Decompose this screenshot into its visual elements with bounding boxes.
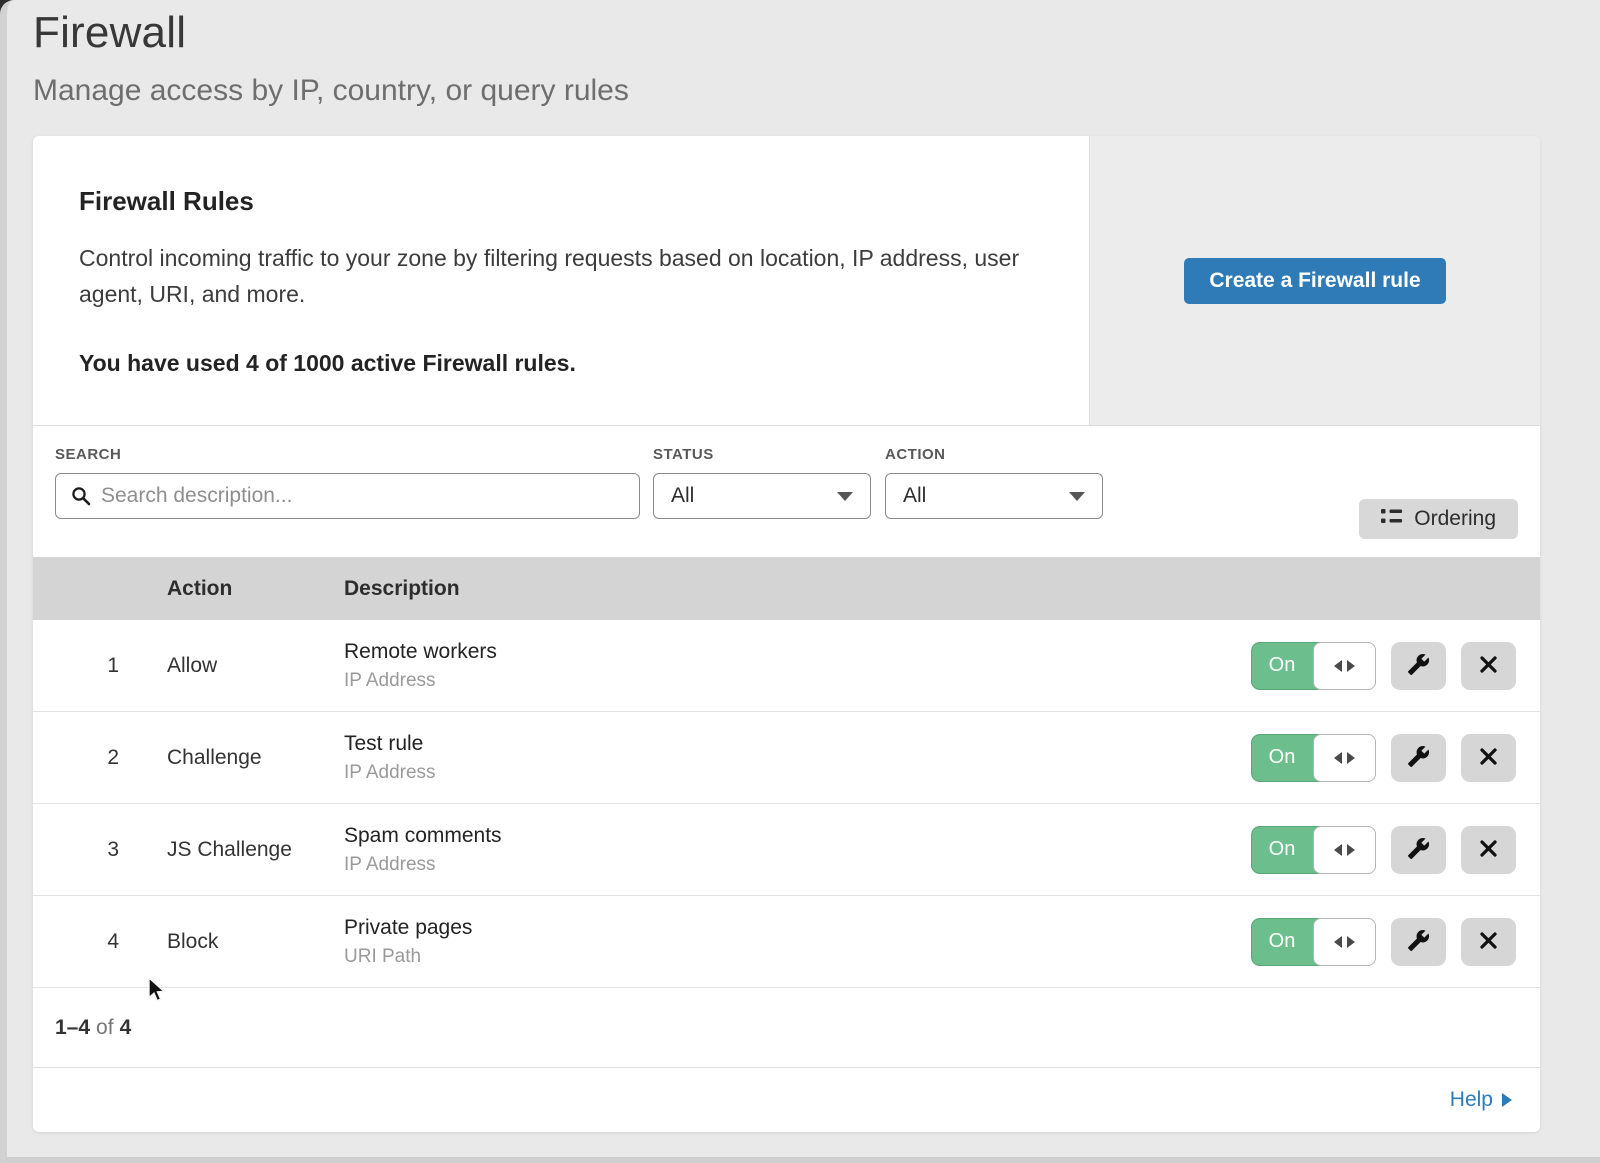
rule-action: Challenge	[167, 746, 344, 770]
edit-rule-button[interactable]	[1391, 918, 1446, 966]
toggle-on-label: On	[1251, 734, 1313, 782]
intro-heading: Firewall Rules	[79, 186, 1049, 217]
table-row: 3 JS Challenge Spam comments IP Address …	[33, 804, 1540, 896]
pagination: 1–4 of 4	[33, 988, 1540, 1068]
rule-match-type: IP Address	[344, 854, 1251, 876]
rule-description: Remote workers	[344, 640, 1251, 664]
ordering-button[interactable]: Ordering	[1359, 499, 1518, 539]
list-ordering-icon	[1381, 506, 1402, 532]
rule-controls: On	[1251, 826, 1540, 874]
rule-priority: 3	[33, 838, 167, 862]
firewall-rules-card: Firewall Rules Control incoming traffic …	[33, 136, 1540, 1132]
rule-enabled-toggle[interactable]: On	[1251, 918, 1376, 966]
table-row: 4 Block Private pages URI Path On	[33, 896, 1540, 988]
firewall-page: Firewall Manage access by IP, country, o…	[0, 0, 1600, 1163]
search-filter: SEARCH	[55, 446, 640, 519]
rule-match-type: IP Address	[344, 762, 1251, 784]
left-right-arrows-icon	[1313, 734, 1376, 782]
rule-match-type: IP Address	[344, 670, 1251, 692]
rule-description: Private pages	[344, 916, 1251, 940]
page-subtitle: Manage access by IP, country, or query r…	[33, 74, 1600, 108]
rule-controls: On	[1251, 734, 1540, 782]
status-filter: STATUS All	[653, 446, 871, 519]
search-icon	[70, 485, 92, 512]
search-input[interactable]	[55, 473, 640, 519]
intro-description: Control incoming traffic to your zone by…	[79, 241, 1049, 312]
rule-action: Block	[167, 930, 344, 954]
filter-bar: SEARCH STATUS All	[33, 426, 1540, 557]
action-column-header: Action	[167, 577, 344, 601]
rule-description-cell: Spam comments IP Address	[344, 824, 1251, 876]
delete-rule-button[interactable]	[1461, 918, 1516, 966]
card-footer: Help	[33, 1068, 1540, 1132]
status-select[interactable]: All	[653, 473, 871, 519]
arrow-right-icon	[1502, 1093, 1512, 1107]
close-x-icon	[1479, 655, 1498, 677]
table-row: 1 Allow Remote workers IP Address On	[33, 620, 1540, 712]
chevron-down-icon	[837, 492, 853, 501]
rule-description: Spam comments	[344, 824, 1251, 848]
delete-rule-button[interactable]	[1461, 642, 1516, 690]
wrench-icon	[1407, 745, 1430, 771]
wrench-icon	[1407, 653, 1430, 679]
wrench-icon	[1407, 837, 1430, 863]
delete-rule-button[interactable]	[1461, 826, 1516, 874]
delete-rule-button[interactable]	[1461, 734, 1516, 782]
close-x-icon	[1479, 747, 1498, 769]
rule-enabled-toggle[interactable]: On	[1251, 642, 1376, 690]
status-label: STATUS	[653, 446, 871, 463]
rule-controls: On	[1251, 642, 1540, 690]
action-label: ACTION	[885, 446, 1103, 463]
pagination-range: 1–4	[55, 1016, 90, 1040]
close-x-icon	[1479, 931, 1498, 953]
edit-rule-button[interactable]	[1391, 734, 1446, 782]
rule-description: Test rule	[344, 732, 1251, 756]
rule-action: Allow	[167, 654, 344, 678]
edit-rule-button[interactable]	[1391, 826, 1446, 874]
pagination-of-label: of	[96, 1016, 114, 1040]
page-title: Firewall	[33, 8, 1600, 58]
help-link-label: Help	[1450, 1088, 1493, 1112]
rule-action: JS Challenge	[167, 838, 344, 862]
create-rule-panel: Create a Firewall rule	[1089, 136, 1540, 425]
close-x-icon	[1479, 839, 1498, 861]
toggle-on-label: On	[1251, 918, 1313, 966]
left-right-arrows-icon	[1313, 642, 1376, 690]
action-select-value: All	[903, 484, 926, 508]
pagination-total: 4	[120, 1016, 132, 1040]
status-select-value: All	[671, 484, 694, 508]
toggle-on-label: On	[1251, 642, 1313, 690]
left-right-arrows-icon	[1313, 826, 1376, 874]
rule-description-cell: Remote workers IP Address	[344, 640, 1251, 692]
toggle-on-label: On	[1251, 826, 1313, 874]
rule-enabled-toggle[interactable]: On	[1251, 734, 1376, 782]
rule-priority: 4	[33, 930, 167, 954]
wrench-icon	[1407, 929, 1430, 955]
rule-description-cell: Private pages URI Path	[344, 916, 1251, 968]
rule-priority: 1	[33, 654, 167, 678]
search-box	[55, 473, 640, 519]
help-link[interactable]: Help	[1450, 1088, 1512, 1112]
search-label: SEARCH	[55, 446, 640, 463]
rule-priority: 2	[33, 746, 167, 770]
rule-enabled-toggle[interactable]: On	[1251, 826, 1376, 874]
rule-description-cell: Test rule IP Address	[344, 732, 1251, 784]
description-column-header: Description	[344, 577, 1540, 601]
table-row: 2 Challenge Test rule IP Address On	[33, 712, 1540, 804]
intro-text-block: Firewall Rules Control incoming traffic …	[33, 136, 1089, 425]
chevron-down-icon	[1069, 492, 1085, 501]
page-header: Firewall Manage access by IP, country, o…	[7, 0, 1600, 136]
ordering-button-label: Ordering	[1414, 507, 1496, 531]
create-firewall-rule-button[interactable]: Create a Firewall rule	[1184, 258, 1445, 304]
rule-match-type: URI Path	[344, 946, 1251, 968]
action-select[interactable]: All	[885, 473, 1103, 519]
table-header: Action Description	[33, 557, 1540, 620]
rules-usage-text: You have used 4 of 1000 active Firewall …	[79, 350, 1049, 377]
rule-controls: On	[1251, 918, 1540, 966]
card-intro-section: Firewall Rules Control incoming traffic …	[33, 136, 1540, 426]
edit-rule-button[interactable]	[1391, 642, 1446, 690]
action-filter: ACTION All	[885, 446, 1103, 519]
left-right-arrows-icon	[1313, 918, 1376, 966]
